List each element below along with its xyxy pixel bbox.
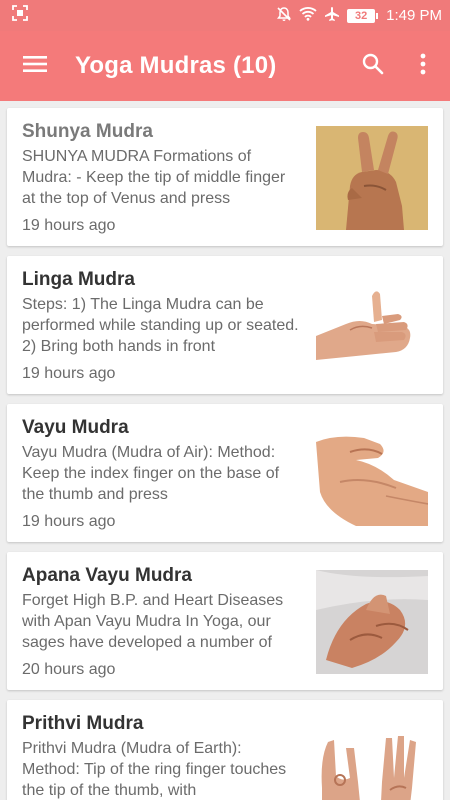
item-time: 19 hours ago	[22, 513, 116, 530]
app-bar: Yoga Mudras (10)	[0, 31, 450, 101]
list-item[interactable]: Vayu Mudra Vayu Mudra (Mudra of Air): Me…	[7, 404, 443, 542]
status-time: 1:49 PM	[386, 7, 442, 24]
battery-icon: 32	[347, 8, 379, 23]
overflow-menu-button[interactable]	[398, 31, 448, 101]
screenshot-icon	[12, 5, 28, 26]
item-text: Apana Vayu Mudra Forget High B.P. and He…	[22, 564, 302, 680]
airplane-icon	[324, 6, 340, 26]
list-item[interactable]: Prithvi Mudra Prithvi Mudra (Mudra of Ea…	[7, 700, 443, 800]
wifi-icon	[299, 6, 317, 25]
item-description: Steps: 1) The Linga Mudra can be perform…	[22, 296, 299, 355]
item-title: Apana Vayu Mudra	[22, 565, 192, 586]
item-thumbnail	[316, 570, 428, 674]
search-button[interactable]	[348, 31, 398, 101]
item-title: Linga Mudra	[22, 269, 135, 290]
item-thumbnail	[316, 274, 428, 378]
list-item[interactable]: Shunya Mudra SHUNYA MUDRA Formations of …	[7, 108, 443, 246]
item-time: 19 hours ago	[22, 217, 116, 234]
item-description: Forget High B.P. and Heart Diseases with…	[22, 592, 284, 651]
status-bar: 32 1:49 PM	[0, 0, 450, 31]
status-left	[12, 5, 276, 26]
menu-button[interactable]	[0, 31, 70, 101]
item-description: Prithvi Mudra (Mudra of Earth): Method: …	[22, 740, 287, 799]
item-thumbnail	[316, 718, 428, 800]
item-text: Prithvi Mudra Prithvi Mudra (Mudra of Ea…	[22, 712, 302, 800]
list-item[interactable]: Apana Vayu Mudra Forget High B.P. and He…	[7, 552, 443, 690]
mudra-list[interactable]: Shunya Mudra SHUNYA MUDRA Formations of …	[0, 101, 450, 800]
item-thumbnail	[316, 126, 428, 230]
notifications-off-icon	[276, 6, 292, 26]
item-time: 19 hours ago	[22, 365, 116, 382]
item-title: Vayu Mudra	[22, 417, 129, 438]
item-text: Shunya Mudra SHUNYA MUDRA Formations of …	[22, 120, 302, 236]
item-title: Prithvi Mudra	[22, 713, 144, 734]
menu-icon	[23, 55, 47, 78]
item-description: SHUNYA MUDRA Formations of Mudra: - Keep…	[22, 148, 286, 207]
item-text: Vayu Mudra Vayu Mudra (Mudra of Air): Me…	[22, 416, 302, 532]
list-item[interactable]: Linga Mudra Steps: 1) The Linga Mudra ca…	[7, 256, 443, 394]
item-time: 20 hours ago	[22, 661, 116, 678]
more-vert-icon	[420, 53, 426, 80]
page-title: Yoga Mudras (10)	[75, 52, 277, 79]
search-icon	[362, 53, 384, 80]
item-description: Vayu Mudra (Mudra of Air): Method: Keep …	[22, 444, 280, 503]
item-title: Shunya Mudra	[22, 121, 153, 142]
status-right: 32 1:49 PM	[276, 6, 442, 26]
item-thumbnail	[316, 422, 428, 526]
item-text: Linga Mudra Steps: 1) The Linga Mudra ca…	[22, 268, 302, 384]
